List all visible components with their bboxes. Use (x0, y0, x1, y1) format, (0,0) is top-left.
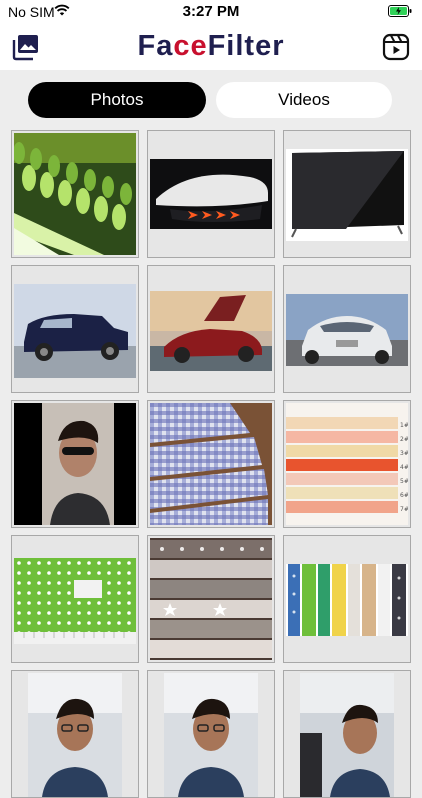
office-selfie-photo (300, 673, 394, 797)
photo-thumbnail[interactable] (147, 265, 275, 393)
svg-text:6#: 6# (400, 492, 408, 499)
svg-text:3#: 3# (400, 450, 408, 457)
svg-text:4#: 4# (400, 464, 408, 471)
app-title-accent: ce (173, 30, 208, 62)
gullwing-car-photo (150, 291, 272, 371)
photo-thumbnail[interactable] (11, 265, 139, 393)
svg-text:7#: 7# (400, 506, 408, 513)
photo-thumbnail[interactable] (283, 265, 411, 393)
tab-photos[interactable]: Photos (28, 82, 206, 118)
svg-text:2#: 2# (400, 436, 408, 443)
photo-thumbnail[interactable] (147, 670, 275, 798)
gingham-fabric-photo (150, 403, 272, 525)
photo-thumbnail[interactable] (11, 130, 139, 258)
photo-thumbnail[interactable] (11, 670, 139, 798)
printed-fabric-strips-photo (286, 564, 408, 636)
green-polka-fabric-photo (14, 558, 136, 644)
status-bar: No SIM 3:27 PM (0, 0, 422, 24)
photo-thumbnail[interactable] (283, 535, 411, 663)
app-title-part1: Fa (137, 30, 174, 62)
photo-thumbnail[interactable] (283, 670, 411, 798)
status-time: 3:27 PM (182, 3, 240, 20)
tab-videos[interactable]: Videos (216, 82, 392, 118)
star-fabric-rolls-photo (150, 538, 272, 660)
photo-thumbnail[interactable] (11, 400, 139, 528)
photo-thumbnail[interactable] (147, 400, 275, 528)
battery-charging-icon (388, 5, 412, 17)
sportscar-photo (150, 159, 272, 229)
svg-text:5#: 5# (400, 478, 408, 485)
app-header: FaceFilter (0, 24, 422, 70)
app-title: FaceFilter (0, 30, 422, 63)
sedan-photo (286, 294, 408, 366)
photo-thumbnail[interactable] (147, 535, 275, 663)
selfie-sunglasses-photo (14, 403, 136, 525)
svg-text:1#: 1# (400, 422, 408, 429)
office-selfie-photo (28, 673, 122, 797)
photo-thumbnail[interactable] (147, 130, 275, 258)
reels-video-icon[interactable] (382, 33, 410, 61)
floral-fabric-photo: 1# 2# 3# 4# 5# 6# 7# (286, 403, 408, 525)
photo-thumbnail[interactable] (11, 535, 139, 663)
office-selfie-photo (164, 673, 258, 797)
bottles-photo (14, 133, 136, 255)
photo-thumbnail[interactable] (283, 130, 411, 258)
television-photo (286, 149, 408, 241)
photo-thumbnail[interactable]: 1# 2# 3# 4# 5# 6# 7# (283, 400, 411, 528)
suv-photo (14, 284, 136, 378)
app-title-part2: Filter (207, 30, 285, 62)
